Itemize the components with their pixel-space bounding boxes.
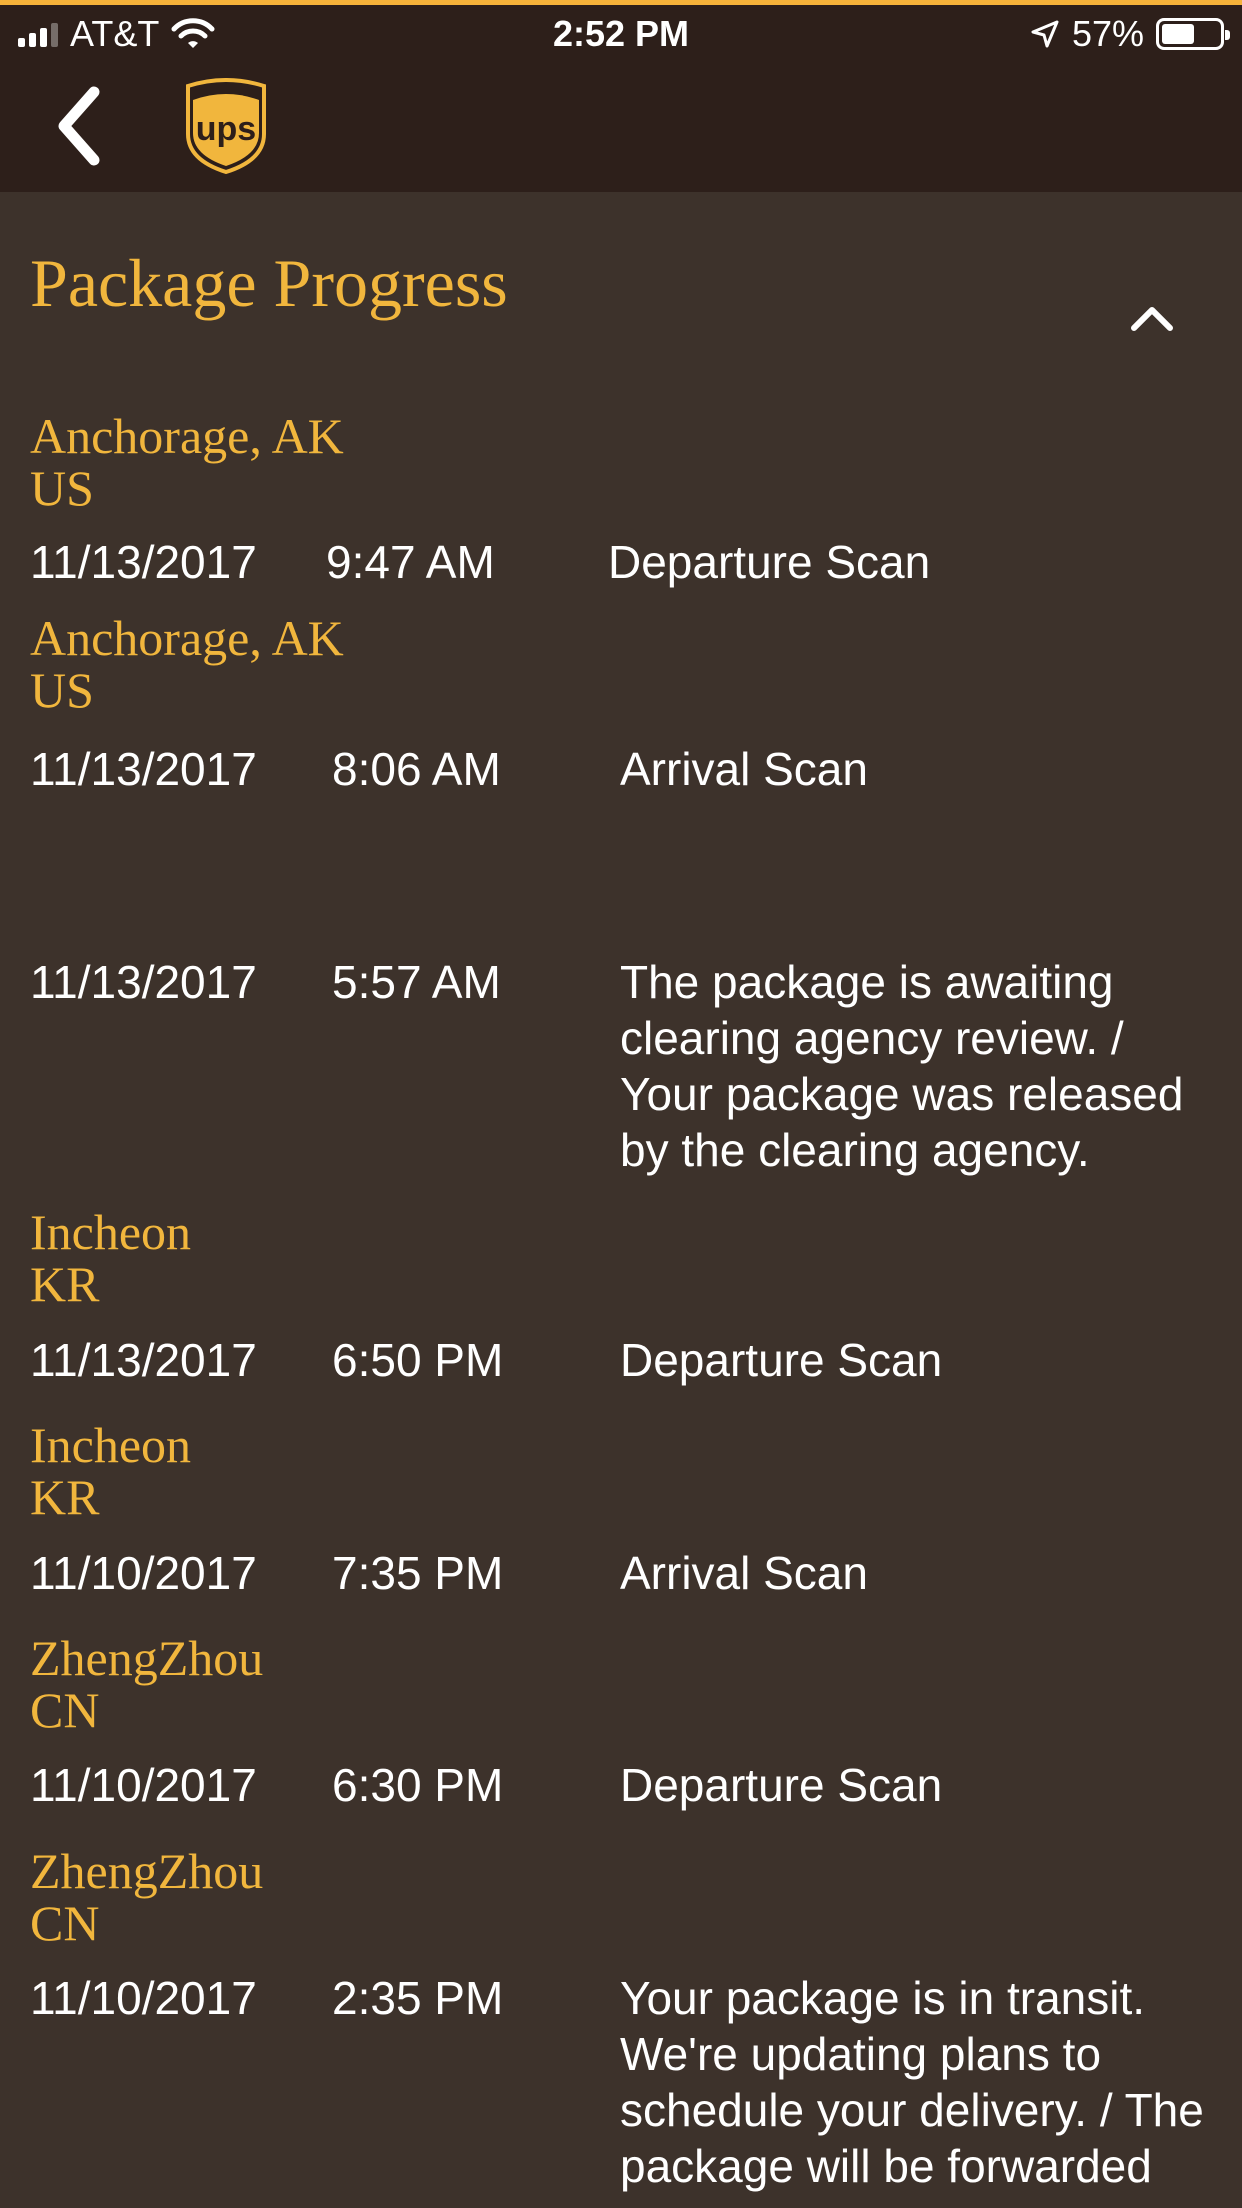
nav-bar: ups [0,60,1242,192]
event-location: ZhengZhou CN [30,1630,264,1738]
event-location: Anchorage, AK US [30,610,344,718]
location-arrow-icon [1031,20,1059,48]
event-date: 11/13/2017 [30,1334,257,1386]
section-title: Package Progress [30,245,508,321]
back-chevron-icon[interactable] [50,84,110,168]
event-date: 11/13/2017 [30,956,257,1008]
event-date: 11/10/2017 [30,1759,257,1811]
event-time: 6:30 PM [332,1759,504,1811]
event-activity: Departure Scan [608,536,931,588]
battery-fill [1162,24,1194,44]
ups-logo-text: ups [196,110,256,148]
event-location: Anchorage, AK US [30,408,344,516]
event-date: 11/10/2017 [30,1972,257,2024]
package-progress-panel: Package Progress Anchorage, AK US 11/13/… [0,192,1242,2208]
event-time: 8:06 AM [332,743,501,795]
status-bar: AT&T 2:52 PM 57% [0,5,1242,60]
event-location: Incheon KR [30,1417,192,1525]
ups-shield-logo: ups [186,78,266,174]
event-time: 2:35 PM [332,1972,504,2024]
battery-icon [1156,18,1230,50]
event-location: ZhengZhou CN [30,1843,264,1951]
event-activity: Your package is in transit. We're updati… [620,1972,1204,2192]
battery-percent: 57% [1071,13,1144,54]
event-activity: Departure Scan [620,1334,943,1386]
event-time: 7:35 PM [332,1547,504,1599]
event-date: 11/13/2017 [30,743,257,795]
event-activity: The package is awaiting clearing agency … [620,956,1184,1176]
event-activity: Departure Scan [620,1759,943,1811]
event-time: 9:47 AM [326,536,495,588]
event-date: 11/10/2017 [30,1547,257,1599]
event-time: 5:57 AM [332,956,501,1008]
event-activity: Arrival Scan [620,743,868,795]
chevron-up-icon[interactable] [1128,302,1176,334]
event-time: 6:50 PM [332,1334,504,1386]
event-location: Incheon KR [30,1204,192,1312]
status-right: 57% [1030,13,1230,55]
event-date: 11/13/2017 [30,536,257,588]
event-activity: Arrival Scan [620,1547,868,1599]
